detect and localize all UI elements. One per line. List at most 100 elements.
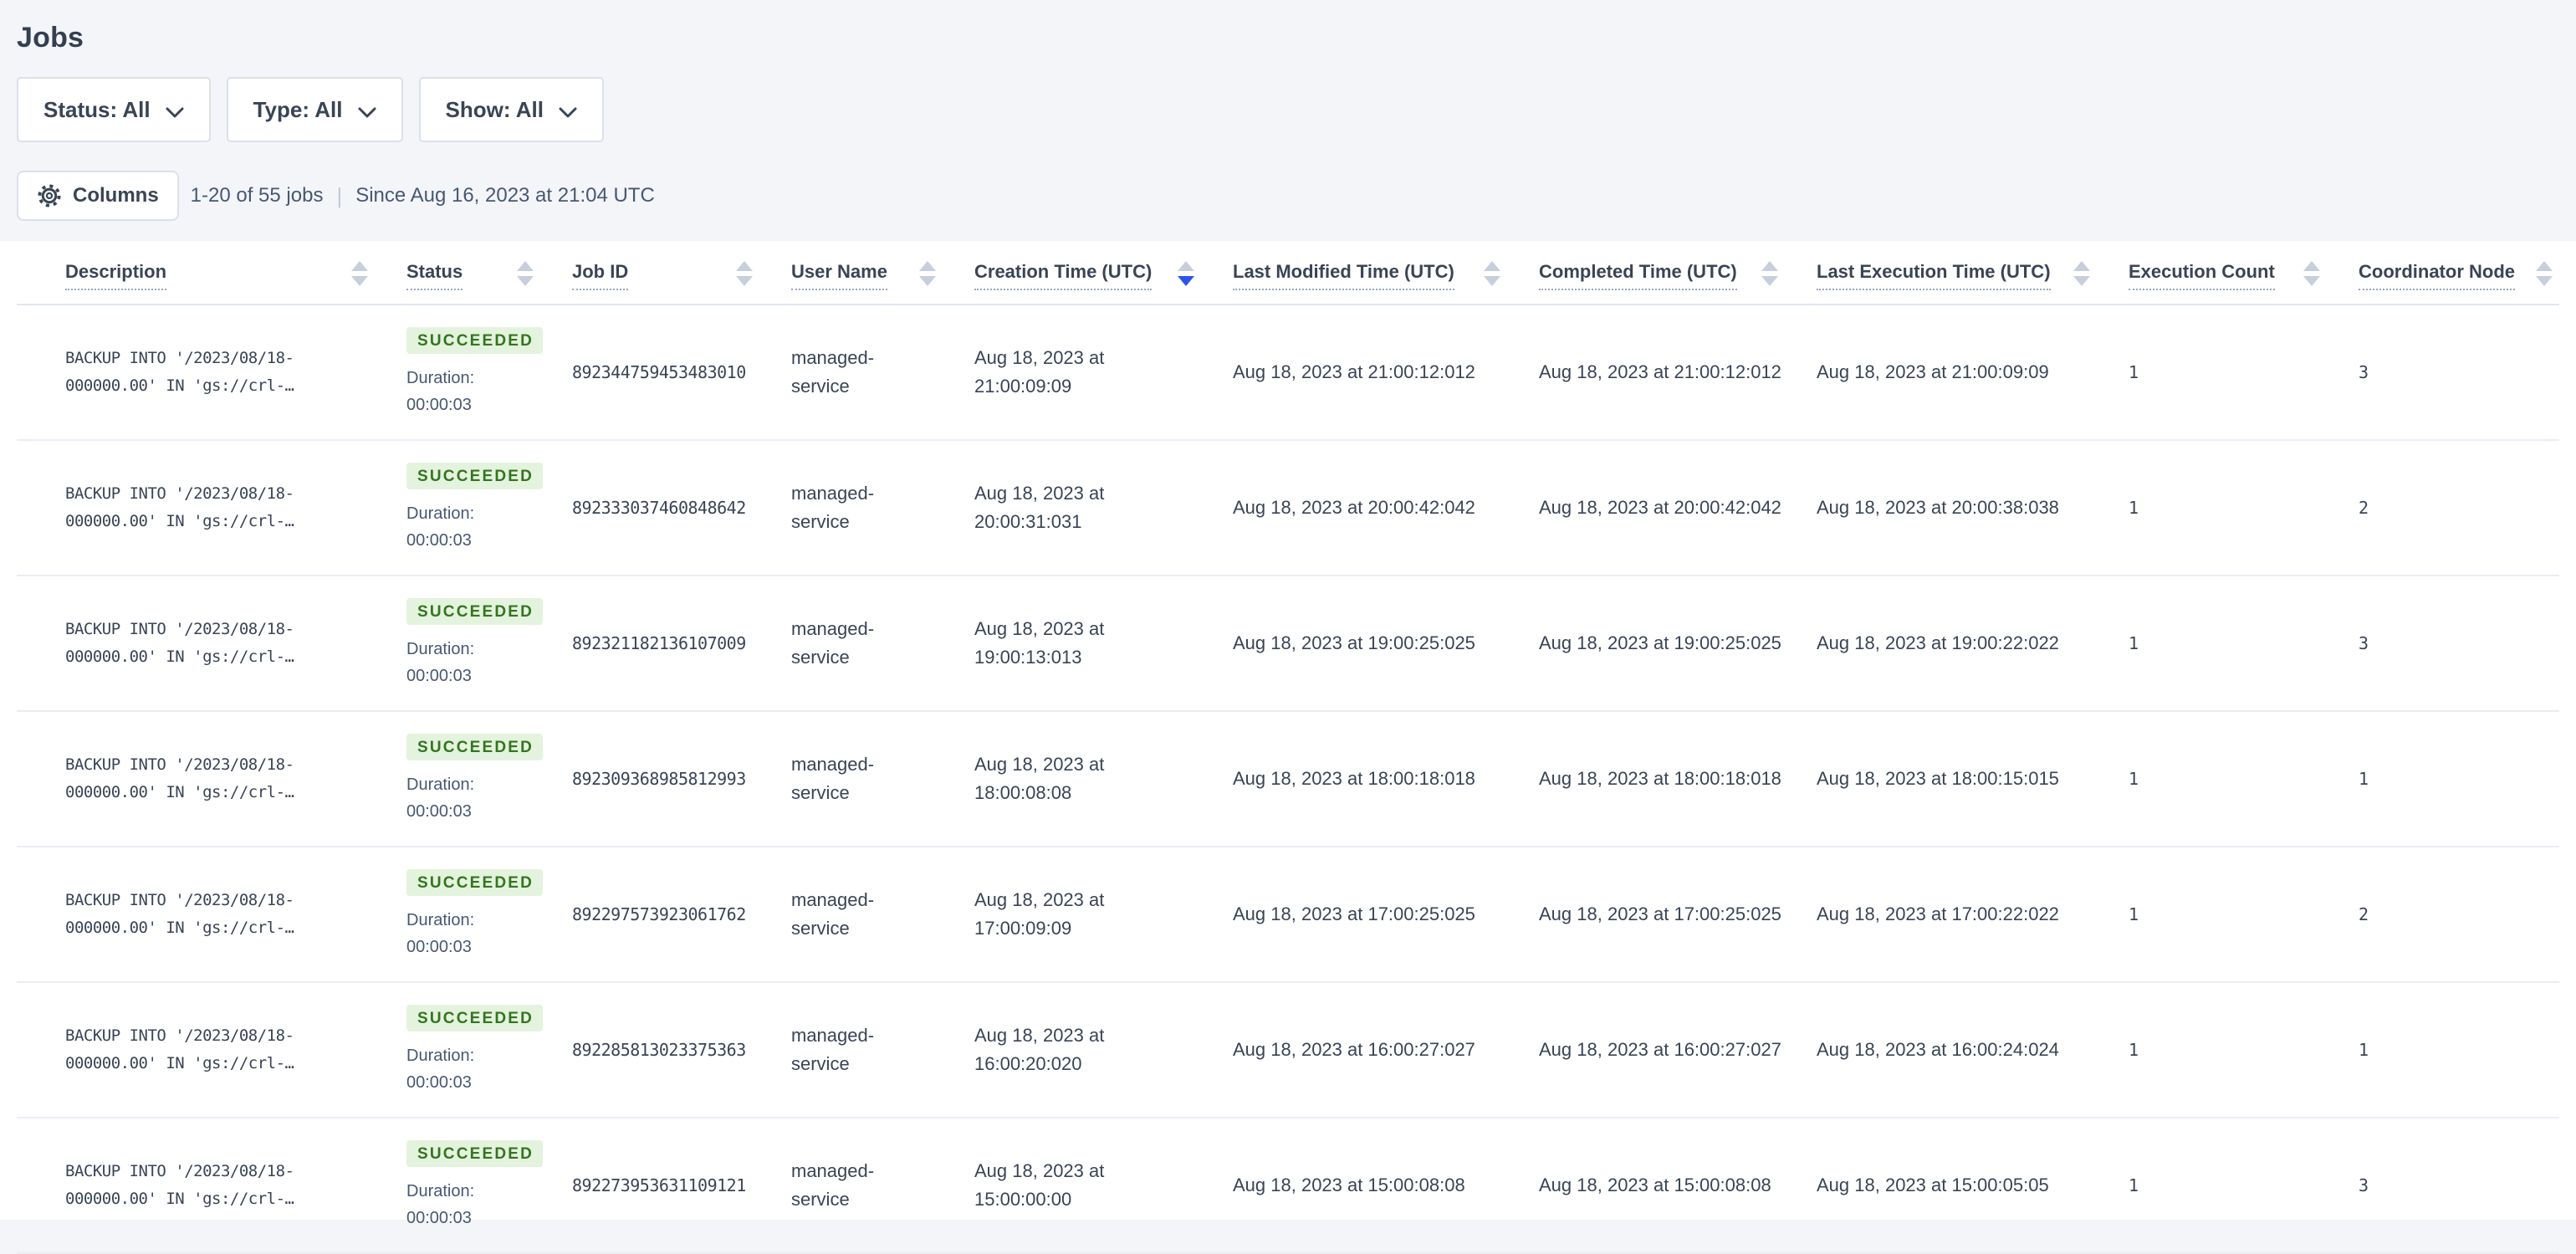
last-modified-time-cell: Aug 18, 2023 at 21:00:12:012 [1233, 361, 1475, 382]
column-header[interactable]: Last Modified Time (UTC) [1233, 241, 1539, 304]
table-summary: 1-20 of 55 jobs | Since Aug 16, 2023 at … [191, 183, 655, 209]
job-id-cell: 892297573923061762 [572, 904, 746, 924]
column-header-label: User Name [791, 261, 887, 290]
jobs-count-text: 1-20 of 55 jobs [190, 184, 324, 207]
last-execution-time-cell: Aug 18, 2023 at 19:00:22:022 [1817, 632, 2059, 653]
completed-time-cell: Aug 18, 2023 at 16:00:27:027 [1539, 1039, 1781, 1060]
coordinator-node-cell: 2 [2359, 904, 2369, 924]
sort-arrows-icon [505, 259, 535, 292]
duration-text: Duration: 00:00:03 [406, 1181, 475, 1227]
status-cell: SUCCEEDED Duration: 00:00:03 [406, 326, 572, 418]
show-filter-dropdown[interactable]: Show: All [418, 77, 604, 142]
description-cell: BACKUP INTO '/2023/08/18- 000000.00' IN … [65, 1162, 294, 1208]
last-execution-time-cell: Aug 18, 2023 at 18:00:15:015 [1817, 768, 2059, 789]
sort-arrows-icon [1166, 259, 1196, 292]
status-cell: SUCCEEDED Duration: 00:00:03 [406, 1004, 572, 1096]
column-header[interactable]: Description [17, 241, 406, 304]
table-row: BACKUP INTO '/2023/08/18- 000000.00' IN … [17, 576, 2559, 712]
creation-time-cell: Aug 18, 2023 at 21:00:09:09 [974, 347, 1105, 397]
last-modified-time-cell: Aug 18, 2023 at 20:00:42:042 [1233, 497, 1475, 518]
sort-arrows-icon [2292, 259, 2322, 292]
last-execution-time-cell: Aug 18, 2023 at 16:00:24:024 [1817, 1039, 2059, 1060]
description-cell: BACKUP INTO '/2023/08/18- 000000.00' IN … [65, 484, 294, 530]
user-name-cell: managed- service [791, 618, 875, 668]
description-cell: BACKUP INTO '/2023/08/18- 000000.00' IN … [65, 1026, 294, 1072]
columns-button-label: Columns [73, 184, 159, 207]
last-execution-time-cell: Aug 18, 2023 at 17:00:22:022 [1817, 903, 2059, 924]
page-title: Jobs [17, 22, 84, 54]
columns-button[interactable]: Columns [17, 171, 179, 221]
jobs-table: Description Status Job ID User Name Crea… [0, 241, 2576, 1254]
column-header-label: Execution Count [2129, 261, 2275, 290]
coordinator-node-cell: 3 [2359, 362, 2369, 382]
coordinator-node-cell: 1 [2359, 769, 2369, 789]
column-header-label: Last Execution Time (UTC) [1817, 261, 2051, 290]
status-cell: SUCCEEDED Duration: 00:00:03 [406, 462, 572, 554]
sort-arrows-icon [1472, 259, 1502, 292]
status-cell: SUCCEEDED Duration: 00:00:03 [406, 1139, 572, 1231]
column-header[interactable]: User Name [791, 241, 974, 304]
job-id-cell: 892285813023375363 [572, 1040, 746, 1060]
completed-time-cell: Aug 18, 2023 at 17:00:25:025 [1539, 903, 1781, 924]
execution-count-cell: 1 [2129, 769, 2139, 789]
creation-time-cell: Aug 18, 2023 at 20:00:31:031 [974, 483, 1105, 532]
coordinator-node-cell: 3 [2359, 1175, 2369, 1195]
type-filter-label: Type: All [253, 96, 343, 122]
duration-text: Duration: 00:00:03 [406, 368, 475, 414]
sort-arrows-icon [2524, 259, 2554, 292]
column-header[interactable]: Job ID [572, 241, 791, 304]
user-name-cell: managed- service [791, 483, 875, 532]
description-cell: BACKUP INTO '/2023/08/18- 000000.00' IN … [65, 349, 294, 395]
sort-arrows-icon [724, 259, 754, 292]
execution-count-cell: 1 [2129, 1040, 2139, 1060]
completed-time-cell: Aug 18, 2023 at 19:00:25:025 [1539, 632, 1781, 653]
description-cell: BACKUP INTO '/2023/08/18- 000000.00' IN … [65, 891, 294, 937]
duration-text: Duration: 00:00:03 [406, 910, 475, 956]
status-badge: SUCCEEDED [406, 597, 544, 625]
column-header[interactable]: Creation Time (UTC) [974, 241, 1233, 304]
column-header[interactable]: Completed Time (UTC) [1539, 241, 1817, 304]
duration-text: Duration: 00:00:03 [406, 504, 475, 550]
status-badge: SUCCEEDED [406, 868, 544, 896]
status-badge: SUCCEEDED [406, 1004, 544, 1031]
filter-bar: Status: All Type: All Show: All [17, 77, 2559, 142]
column-header-label: Completed Time (UTC) [1539, 261, 1737, 290]
execution-count-cell: 1 [2129, 633, 2139, 653]
chevron-down-icon [166, 98, 184, 124]
duration-text: Duration: 00:00:03 [406, 775, 475, 821]
last-modified-time-cell: Aug 18, 2023 at 18:00:18:018 [1233, 768, 1475, 789]
job-id-cell: 892309368985812993 [572, 769, 746, 789]
completed-time-cell: Aug 18, 2023 at 20:00:42:042 [1539, 497, 1781, 518]
status-cell: SUCCEEDED Duration: 00:00:03 [406, 597, 572, 689]
execution-count-cell: 1 [2129, 498, 2139, 518]
table-row: BACKUP INTO '/2023/08/18- 000000.00' IN … [17, 1118, 2559, 1254]
table-row: BACKUP INTO '/2023/08/18- 000000.00' IN … [17, 983, 2559, 1118]
status-filter-dropdown[interactable]: Status: All [17, 77, 211, 142]
creation-time-cell: Aug 18, 2023 at 16:00:20:020 [974, 1025, 1105, 1074]
completed-time-cell: Aug 18, 2023 at 18:00:18:018 [1539, 768, 1781, 789]
column-header[interactable]: Status [406, 241, 572, 304]
status-cell: SUCCEEDED Duration: 00:00:03 [406, 868, 572, 960]
description-cell: BACKUP INTO '/2023/08/18- 000000.00' IN … [65, 755, 294, 801]
coordinator-node-cell: 1 [2359, 1040, 2369, 1060]
sort-arrows-icon [907, 259, 938, 292]
column-header[interactable]: Last Execution Time (UTC) [1817, 241, 2129, 304]
user-name-cell: managed- service [791, 347, 875, 397]
column-header[interactable]: Execution Count [2129, 241, 2359, 304]
column-header-label: Status [406, 261, 463, 290]
since-text: Since Aug 16, 2023 at 21:04 UTC [355, 184, 655, 207]
chevron-down-icon [358, 98, 376, 124]
job-id-cell: 892273953631109121 [572, 1175, 746, 1195]
column-header-label: Creation Time (UTC) [974, 261, 1153, 290]
sort-arrows-icon [340, 259, 370, 292]
sort-arrows-icon [1750, 259, 1780, 292]
column-header-label: Coordinator Node [2359, 261, 2515, 290]
execution-count-cell: 1 [2129, 904, 2139, 924]
job-id-cell: 892333037460848642 [572, 498, 746, 518]
last-execution-time-cell: Aug 18, 2023 at 15:00:05:05 [1817, 1175, 2049, 1195]
duration-text: Duration: 00:00:03 [406, 639, 475, 685]
column-header[interactable]: Coordinator Node [2359, 241, 2559, 304]
user-name-cell: managed- service [791, 754, 875, 803]
type-filter-dropdown[interactable]: Type: All [226, 77, 403, 142]
creation-time-cell: Aug 18, 2023 at 19:00:13:013 [974, 618, 1105, 668]
